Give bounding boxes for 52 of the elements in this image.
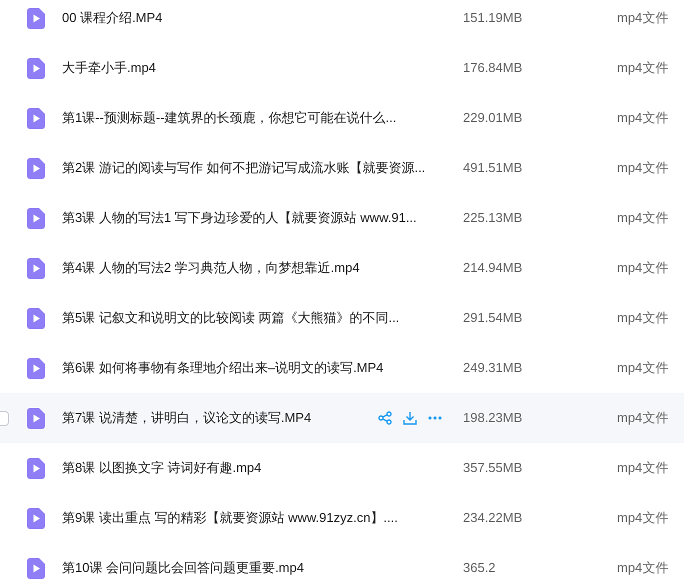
file-row[interactable]: 第7课 说清楚，讲明白，议论文的读写.MP4 198.23MB mp4文件 <box>0 393 684 443</box>
file-type: mp4文件 <box>617 310 668 325</box>
file-size: 225.13MB <box>463 210 522 225</box>
file-name[interactable]: 第3课 人物的写法1 写下身边珍爱的人【就要资源站 www.91... <box>62 210 417 225</box>
share-icon[interactable] <box>378 411 392 425</box>
file-name[interactable]: 第9课 读出重点 写的精彩【就要资源站 www.91zyz.cn】.... <box>62 510 398 525</box>
file-name[interactable]: 大手牵小手.mp4 <box>62 60 156 75</box>
file-name[interactable]: 第2课 游记的阅读与写作 如何不把游记写成流水账【就要资源... <box>62 160 426 175</box>
file-size: 176.84MB <box>463 60 522 75</box>
file-type: mp4文件 <box>617 60 668 75</box>
file-size: 198.23MB <box>463 410 522 425</box>
file-name[interactable]: 第1课--预测标题--建筑界的长颈鹿，你想它可能在说什么... <box>62 110 396 125</box>
video-file-icon <box>27 258 45 278</box>
file-type: mp4文件 <box>617 410 668 425</box>
file-size: 229.01MB <box>463 110 522 125</box>
file-name[interactable]: 第8课 以图换文字 诗词好有趣.mp4 <box>62 460 262 475</box>
file-type: mp4文件 <box>617 160 668 175</box>
download-icon[interactable] <box>403 411 417 425</box>
video-file-icon <box>27 308 45 328</box>
file-name[interactable]: 第5课 记叙文和说明文的比较阅读 两篇《大熊猫》的不同... <box>62 310 400 325</box>
file-type: mp4文件 <box>617 460 668 475</box>
file-name[interactable]: 第4课 人物的写法2 学习典范人物，向梦想靠近.mp4 <box>62 260 360 275</box>
file-size: 357.55MB <box>463 460 522 475</box>
file-size: 291.54MB <box>463 310 522 325</box>
video-file-icon <box>27 458 45 478</box>
file-size: 151.19MB <box>463 10 522 25</box>
file-type: mp4文件 <box>617 10 668 25</box>
video-file-icon <box>27 408 45 428</box>
file-name[interactable]: 00 课程介绍.MP4 <box>62 10 162 25</box>
more-icon[interactable] <box>428 416 442 420</box>
file-size: 365.2 <box>463 560 496 575</box>
file-name[interactable]: 第7课 说清楚，讲明白，议论文的读写.MP4 <box>62 410 312 425</box>
file-type: mp4文件 <box>617 360 668 375</box>
file-name[interactable]: 第6课 如何将事物有条理地介绍出来–说明文的读写.MP4 <box>62 360 384 375</box>
video-file-icon <box>27 8 45 28</box>
file-size: 249.31MB <box>463 360 522 375</box>
file-type: mp4文件 <box>617 110 668 125</box>
file-name[interactable]: 第10课 会问问题比会回答问题更重要.mp4 <box>62 560 304 575</box>
video-file-icon <box>27 108 45 128</box>
video-file-icon <box>27 358 45 378</box>
file-type: mp4文件 <box>617 560 668 575</box>
video-file-icon <box>27 158 45 178</box>
video-file-icon <box>27 508 45 528</box>
video-file-icon <box>27 558 45 578</box>
file-size: 234.22MB <box>463 510 522 525</box>
video-file-icon <box>27 58 45 78</box>
file-size: 491.51MB <box>463 160 522 175</box>
file-type: mp4文件 <box>617 260 668 275</box>
video-file-icon <box>27 208 45 228</box>
file-size: 214.94MB <box>463 260 522 275</box>
file-type: mp4文件 <box>617 510 668 525</box>
file-type: mp4文件 <box>617 210 668 225</box>
